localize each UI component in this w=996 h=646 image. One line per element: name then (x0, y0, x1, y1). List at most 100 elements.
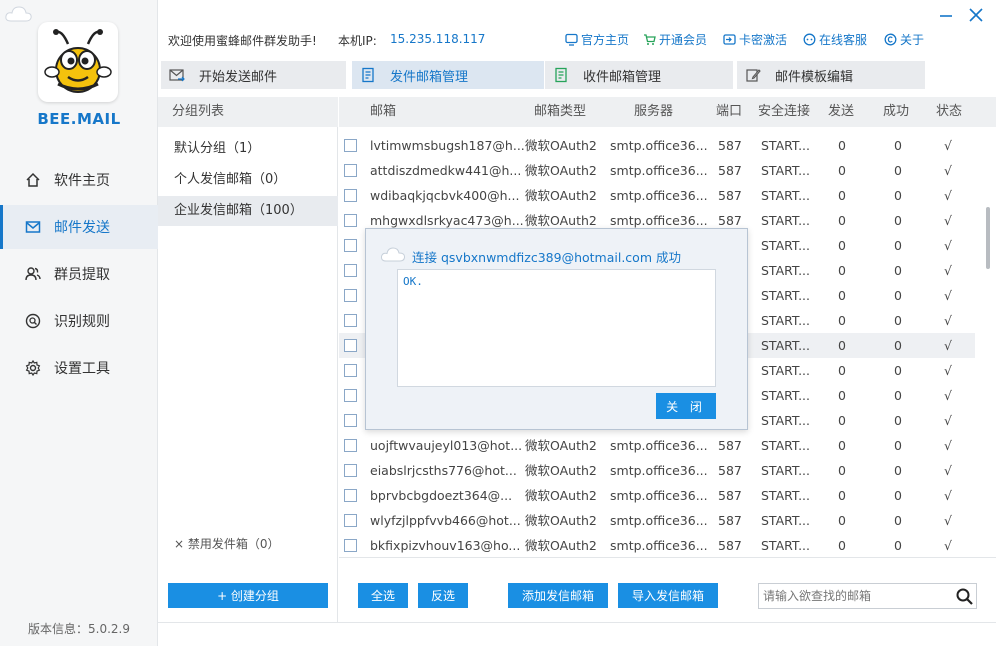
cell-email: eiabslrjcsths776@hot... (370, 463, 517, 478)
tab-template-edit[interactable]: 邮件模板编辑 (737, 61, 925, 89)
cell-server: smtp.office36... (610, 513, 708, 528)
link-card-activate[interactable]: 卡密激活 (723, 31, 787, 48)
table-row[interactable]: lvtimwmsbugsh187@h... 微软OAuth2 smtp.office… (339, 133, 975, 158)
sidebar: BEE.MAIL 软件主页 邮件发送 群员提取 识别规则 设置工具 版本信息：5… (0, 0, 158, 646)
search-icon[interactable] (955, 587, 975, 607)
select-all-button[interactable]: 全选 (358, 583, 408, 608)
row-checkbox[interactable] (344, 314, 357, 327)
table-row[interactable]: bprvbcbgdoezt364@... 微软OAuth2 smtp.office3… (339, 483, 975, 508)
row-checkbox[interactable] (344, 464, 357, 477)
invert-select-button[interactable]: 反选 (418, 583, 468, 608)
table-row[interactable]: uojftwvaujeyl013@hot... 微软OAuth2 smtp.offi… (339, 433, 975, 458)
column-header[interactable]: 状态 (936, 97, 962, 127)
row-checkbox[interactable] (344, 489, 357, 502)
search-input[interactable] (763, 586, 948, 606)
cell-security: START... (761, 513, 810, 528)
link-official-site[interactable]: 官方主页 (565, 31, 629, 48)
tab-sender-manage[interactable]: 发件邮箱管理 (352, 61, 544, 89)
cell-security: START... (761, 488, 810, 503)
receive-doc-icon (555, 67, 567, 83)
table-row[interactable]: wlyfzjlppfvvb466@hot... 微软OAuth2 smtp.offi… (339, 508, 975, 533)
dialog-close-button[interactable]: 关 闭 (656, 393, 716, 419)
group-panel: 分组列表 默认分组（1） 个人发信邮箱（0） 企业发信邮箱（100） × 禁用发… (158, 97, 338, 622)
row-checkbox[interactable] (344, 339, 357, 352)
cell-success: 0 (894, 538, 902, 553)
nav-item-rules[interactable]: 识别规则 (0, 299, 158, 343)
cell-email: uojftwvaujeyl013@hot... (370, 438, 523, 453)
table-row[interactable]: wdibaqkjqcbvk400@h... 微软OAuth2 smtp.office… (339, 183, 975, 208)
row-checkbox[interactable] (344, 389, 357, 402)
cell-port: 587 (718, 538, 742, 553)
close-icon[interactable] (967, 6, 985, 24)
cell-type: 微软OAuth2 (525, 463, 597, 478)
column-header[interactable]: 安全连接 (758, 97, 810, 127)
tab-start-send[interactable]: 开始发送邮件 (161, 61, 346, 89)
cell-port: 587 (718, 513, 742, 528)
row-checkbox[interactable] (344, 214, 357, 227)
column-header[interactable]: 端口 (716, 97, 742, 127)
row-checkbox[interactable] (344, 239, 357, 252)
row-checkbox[interactable] (344, 414, 357, 427)
cell-status: √ (944, 413, 952, 428)
nav-item-mail-send[interactable]: 邮件发送 (0, 205, 158, 249)
row-checkbox[interactable] (344, 139, 357, 152)
tab-receiver-manage[interactable]: 收件邮箱管理 (545, 61, 733, 89)
row-checkbox[interactable] (344, 539, 357, 552)
row-checkbox[interactable] (344, 264, 357, 277)
column-header[interactable]: 成功 (883, 97, 909, 127)
cell-sent: 0 (838, 438, 846, 453)
group-item-default[interactable]: 默认分组（1） (158, 134, 338, 164)
nav-item-settings[interactable]: 设置工具 (0, 346, 158, 390)
add-sender-button[interactable]: 添加发信邮箱 (508, 583, 608, 608)
cell-status: √ (944, 388, 952, 403)
column-header[interactable]: 邮箱 (370, 97, 396, 127)
link-about[interactable]: 关于 (884, 31, 924, 48)
row-checkbox[interactable] (344, 439, 357, 452)
cell-server: smtp.office36... (610, 188, 708, 203)
column-header[interactable]: 服务器 (634, 97, 673, 127)
mail-icon (24, 218, 42, 236)
table-row[interactable]: attdiszdmedkw441@h... 微软OAuth2 smtp.office… (339, 158, 975, 183)
cell-security: START... (761, 313, 810, 328)
table-row[interactable]: bkfixpizvhouv163@ho... 微软OAuth2 smtp.offic… (339, 533, 975, 557)
import-sender-button[interactable]: 导入发信邮箱 (618, 583, 718, 608)
cell-security: START... (761, 188, 810, 203)
cell-sent: 0 (838, 313, 846, 328)
group-item-disabled[interactable]: × 禁用发件箱（0） (174, 535, 280, 552)
cell-status: √ (944, 263, 952, 278)
cell-sent: 0 (838, 238, 846, 253)
table-row[interactable]: eiabslrjcsths776@hot... 微软OAuth2 smtp.offi… (339, 458, 975, 483)
cloud-icon (5, 6, 32, 22)
cell-status: √ (944, 238, 952, 253)
cell-email: wlyfzjlppfvvb466@hot... (370, 513, 521, 528)
row-checkbox[interactable] (344, 514, 357, 527)
home-icon (24, 171, 42, 189)
column-header[interactable]: 邮箱类型 (534, 97, 586, 127)
cell-status: √ (944, 538, 952, 553)
cell-success: 0 (894, 163, 902, 178)
row-checkbox[interactable] (344, 189, 357, 202)
column-header[interactable]: 发送 (828, 97, 854, 127)
nav-item-group-extract[interactable]: 群员提取 (0, 252, 158, 296)
cell-server: smtp.office36... (610, 138, 708, 153)
cart-icon (644, 34, 656, 45)
cell-security: START... (761, 138, 810, 153)
group-item-personal[interactable]: 个人发信邮箱（0） (158, 165, 338, 195)
row-checkbox[interactable] (344, 164, 357, 177)
cell-status: √ (944, 463, 952, 478)
group-list-header: 分组列表 (158, 97, 338, 127)
minimize-icon[interactable] (937, 8, 955, 24)
create-group-button[interactable]: + 创建分组 (168, 583, 328, 608)
link-membership[interactable]: 开通会员 (643, 31, 707, 48)
cell-port: 587 (718, 463, 742, 478)
cell-security: START... (761, 163, 810, 178)
row-checkbox[interactable] (344, 289, 357, 302)
vertical-scrollbar[interactable] (986, 207, 990, 269)
cell-sent: 0 (838, 388, 846, 403)
link-online-service[interactable]: 在线客服 (803, 31, 867, 48)
monitor-icon (565, 33, 578, 46)
row-checkbox[interactable] (344, 364, 357, 377)
group-item-enterprise[interactable]: 企业发信邮箱（100） (158, 196, 338, 226)
nav-item-home[interactable]: 软件主页 (0, 158, 158, 202)
cell-sent: 0 (838, 188, 846, 203)
